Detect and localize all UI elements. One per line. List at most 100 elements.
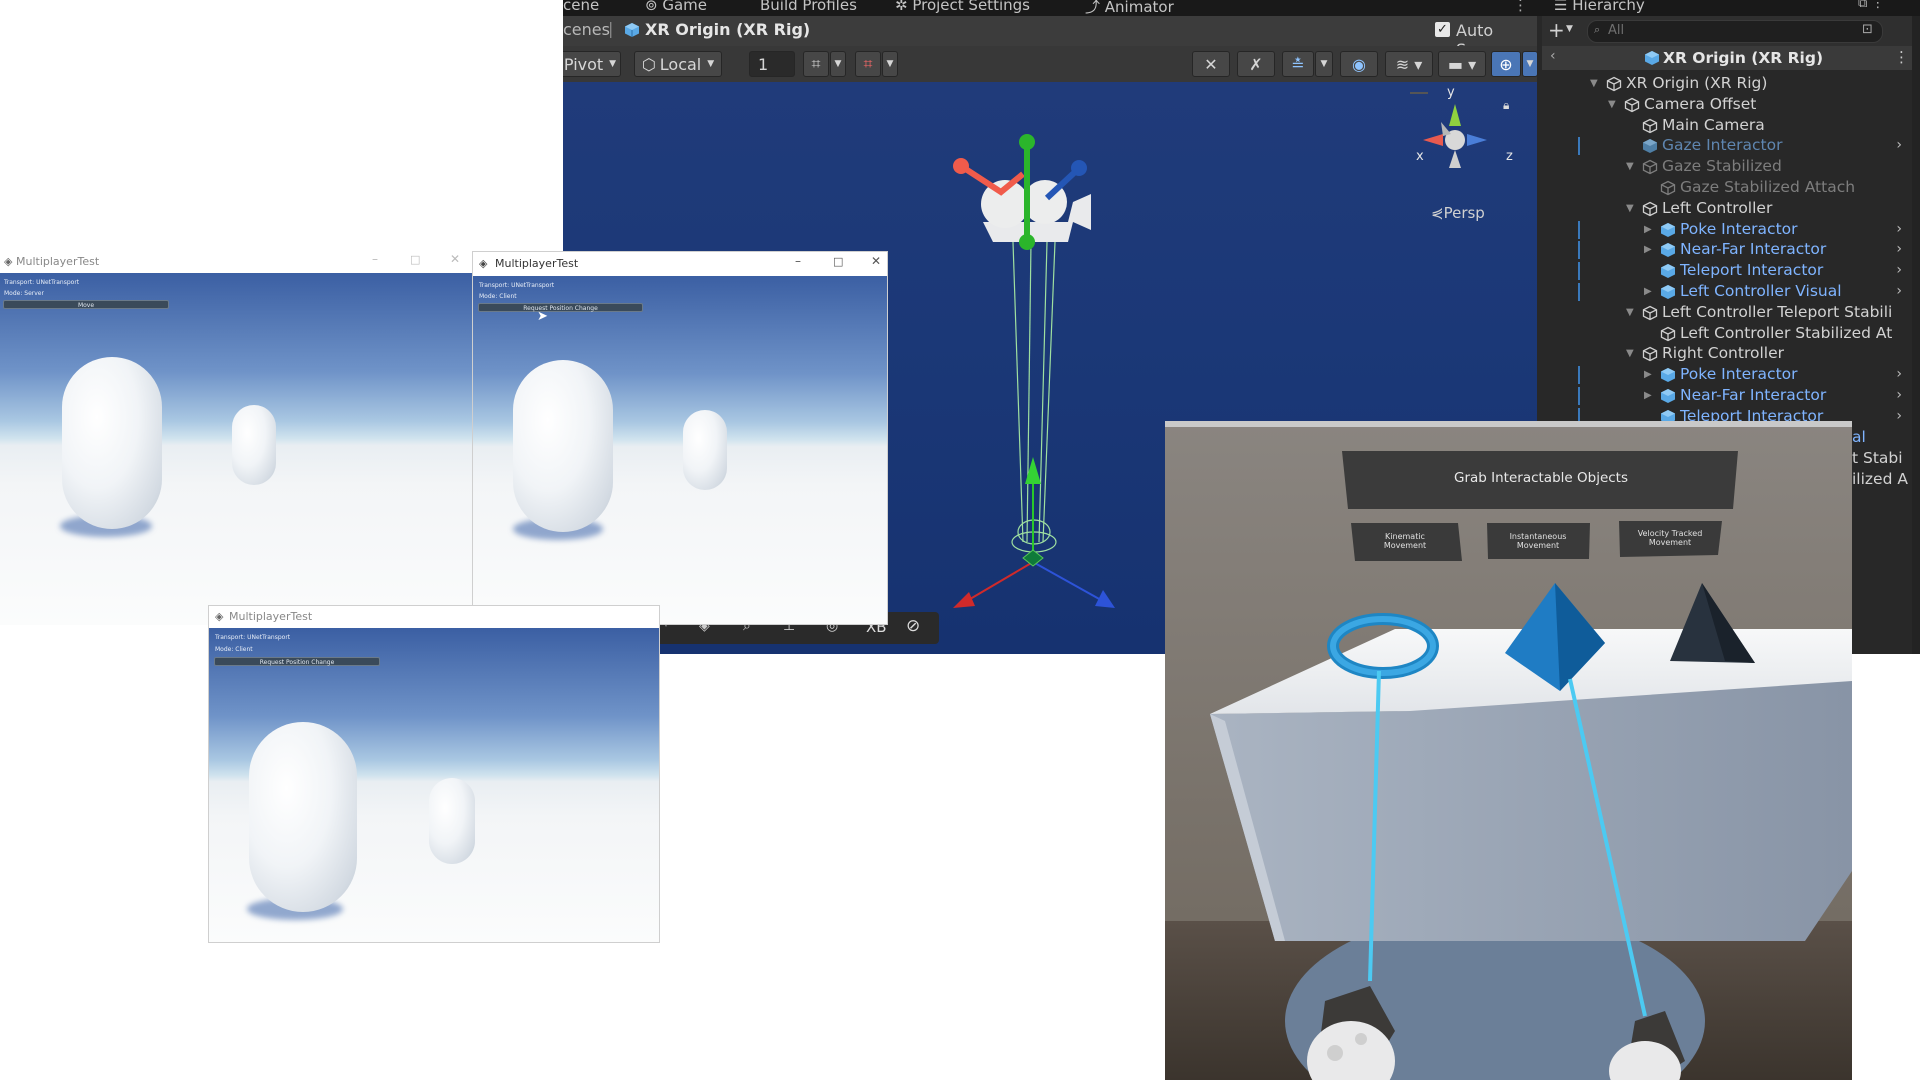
hierarchy-row[interactable]: ▶ Poke Interactor › [1542, 365, 1920, 385]
close-icon[interactable]: ✕ [871, 254, 881, 268]
hierarchy-row-label: Left Controller [1662, 198, 1773, 217]
kinematic-movement-button[interactable]: Kinematic Movement [1365, 532, 1445, 550]
persp-arrow-icon: ⋞ [1431, 204, 1444, 222]
hierarchy-row-label: Left Controller Teleport Stabili [1662, 302, 1893, 321]
hierarchy-row[interactable]: ▼ Gaze Stabilized [1542, 157, 1920, 177]
maximize-icon[interactable]: ⧉ ⋮ [1858, 0, 1884, 11]
tab-game[interactable]: ⊚ Game [645, 0, 707, 14]
hierarchy-row[interactable]: Left Controller Stabilized At [1542, 324, 1920, 344]
request-position-change-button[interactable]: Request Position Change [214, 657, 380, 666]
hierarchy-tab-bar: ☰ Hierarchy ⧉ ⋮ [1542, 0, 1920, 16]
maximize-icon[interactable]: □ [833, 255, 843, 268]
hierarchy-row[interactable]: ▼ XR Origin (XR Rig) [1542, 74, 1920, 94]
auto-save-checkbox[interactable]: ✓ [1435, 22, 1450, 37]
tab-build-profiles-label: Build Profiles [760, 0, 857, 14]
enter-prefab-chevron-icon[interactable]: › [1896, 137, 1902, 153]
hierarchy-row[interactable]: ▶ Left Controller Visual › [1542, 282, 1920, 302]
expand-arrow-icon[interactable]: ▼ [1626, 161, 1634, 172]
enter-prefab-chevron-icon[interactable]: › [1896, 387, 1902, 403]
game-view[interactable]: Transport: UNetTransport Mode: Server Mo… [0, 273, 472, 625]
maximize-icon[interactable]: □ [410, 253, 420, 266]
local-dropdown[interactable]: ⬡ Local ▼ [634, 51, 722, 77]
tab-animator[interactable]: ⤴ Animator [1085, 0, 1174, 17]
expand-arrow-icon[interactable]: ▼ [1608, 99, 1616, 110]
capsule-small [232, 405, 276, 485]
velocity-tracked-movement-button[interactable]: Velocity Tracked Movement [1625, 529, 1715, 547]
hierarchy-row[interactable]: ▼ Left Controller Teleport Stabili [1542, 303, 1920, 323]
hierarchy-row[interactable]: ▶ Near-Far Interactor › [1542, 240, 1920, 260]
hierarchy-row[interactable]: ▶ Near-Far Interactor › [1542, 386, 1920, 406]
gizmos-globe-icon[interactable]: ⊕ [1491, 51, 1521, 77]
expand-arrow-icon[interactable]: ▼ [1626, 348, 1634, 359]
lock-icon[interactable]: 🔒︎ [1503, 98, 1509, 113]
gameobject-cube-icon [1642, 159, 1658, 175]
layers-icon[interactable]: ≋ ▾ [1385, 51, 1433, 77]
chevron-down-icon[interactable]: ▼ [1522, 51, 1538, 77]
kebab-menu-icon[interactable]: ⋮ [1513, 0, 1528, 14]
collapse-arrow-icon[interactable]: ▶ [1644, 224, 1652, 235]
projection-persp-label[interactable]: ⋞Persp [1431, 204, 1485, 222]
enter-prefab-chevron-icon[interactable]: › [1896, 408, 1902, 424]
minimize-icon[interactable]: – [795, 254, 801, 268]
expand-arrow-icon[interactable]: ▼ [1626, 307, 1634, 318]
hierarchy-tab[interactable]: ☰ Hierarchy [1554, 0, 1645, 14]
xr-rig-gizmo[interactable] [943, 122, 1173, 612]
compass-icon[interactable]: ⊘ [906, 616, 920, 636]
collapse-arrow-icon[interactable]: ▶ [1644, 244, 1652, 255]
unity-logo-icon: ◈ [479, 257, 488, 270]
hierarchy-row[interactable]: Main Camera [1542, 116, 1920, 136]
hierarchy-row[interactable]: ▼ Camera Offset [1542, 95, 1920, 115]
add-icon[interactable]: + [1548, 18, 1565, 42]
lighting-toggle-icon[interactable]: ✗ [1237, 51, 1275, 77]
hierarchy-row[interactable]: ▼ Right Controller [1542, 344, 1920, 364]
breadcrumb-scenes[interactable]: cenes [563, 20, 610, 39]
visibility-eye-icon[interactable]: ◉ [1340, 51, 1378, 77]
enter-prefab-chevron-icon[interactable]: › [1896, 283, 1902, 299]
drag-handle[interactable] [1410, 92, 1428, 94]
back-chevron-icon[interactable]: ‹ [1550, 48, 1556, 64]
grid-snap-icon[interactable]: ⌗ [803, 51, 829, 77]
minimize-icon[interactable]: – [372, 252, 378, 266]
instantaneous-movement-button[interactable]: Instantaneous Movement [1493, 532, 1583, 550]
hierarchy-row[interactable]: ▼ Left Controller [1542, 199, 1920, 219]
vr-headset-view[interactable]: Grab Interactable Objects Kinematic Move… [1165, 421, 1852, 1080]
breadcrumb-current[interactable]: XR Origin (XR Rig) [645, 20, 810, 39]
audio-toggle-icon[interactable]: ≛ [1282, 51, 1314, 77]
chevron-down-icon[interactable]: ▼ [1315, 51, 1333, 77]
collapse-arrow-icon[interactable]: ▶ [1644, 369, 1652, 380]
expand-arrow-icon[interactable]: ▼ [1626, 203, 1634, 214]
enter-prefab-chevron-icon[interactable]: › [1896, 221, 1902, 237]
hierarchy-row[interactable]: ▶ Poke Interactor › [1542, 220, 1920, 240]
game-view[interactable]: Transport: UNetTransport Mode: Client Re… [209, 628, 659, 942]
chevron-down-icon[interactable]: ▼ [830, 51, 846, 77]
search-filter-icon[interactable]: ⊡ [1862, 22, 1873, 37]
collapse-arrow-icon[interactable]: ▶ [1644, 390, 1652, 401]
close-icon[interactable]: ✕ [450, 252, 460, 266]
game-view[interactable]: Transport: UNetTransport Mode: Client Re… [473, 276, 887, 624]
enter-prefab-chevron-icon[interactable]: › [1896, 241, 1902, 257]
pivot-dropdown[interactable]: Pivot ▼ [563, 51, 621, 77]
hierarchy-row[interactable]: Teleport Interactor › [1542, 261, 1920, 281]
move-button[interactable]: Move [3, 300, 169, 309]
increment-snap-icon[interactable]: ⌗ [855, 51, 881, 77]
hierarchy-search-input[interactable]: ⌕ All ⊡ [1587, 20, 1883, 43]
request-position-change-button[interactable]: Request Position Change [478, 303, 643, 312]
tab-build-profiles[interactable]: Build Profiles [760, 0, 857, 14]
enter-prefab-chevron-icon[interactable]: › [1896, 366, 1902, 382]
enter-prefab-chevron-icon[interactable]: › [1896, 262, 1902, 278]
hierarchy-row[interactable]: Gaze Stabilized Attach [1542, 178, 1920, 198]
camera-icon[interactable]: ▬ ▾ [1438, 51, 1486, 77]
hierarchy-row[interactable]: Gaze Interactor › [1542, 136, 1920, 156]
hierarchy-row-label: Poke Interactor [1680, 219, 1798, 238]
chevron-down-icon[interactable]: ▼ [1566, 24, 1573, 34]
chevron-down-icon: ▼ [609, 59, 617, 69]
collapse-arrow-icon[interactable]: ▶ [1644, 286, 1652, 297]
tab-scene[interactable]: cene [563, 0, 599, 14]
expand-arrow-icon[interactable]: ▼ [1590, 78, 1598, 89]
tab-project-settings[interactable]: ✲ Project Settings [895, 0, 1030, 14]
2d-toggle-icon[interactable]: ✕ [1192, 51, 1230, 77]
window-titlebar: ◈ MultiplayerTest [209, 606, 659, 628]
chevron-down-icon[interactable]: ▼ [882, 51, 898, 77]
kebab-menu-icon[interactable]: ⋮ [1894, 48, 1909, 66]
grid-size-input[interactable]: 1 [749, 51, 795, 77]
